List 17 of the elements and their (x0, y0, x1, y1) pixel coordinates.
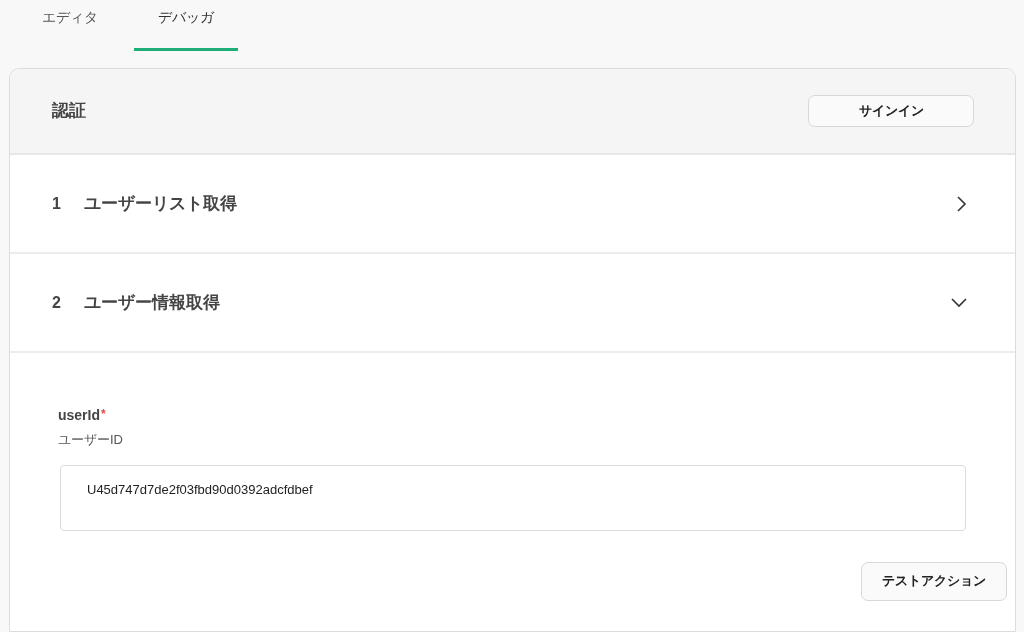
step-header[interactable]: 2 ユーザー情報取得 (10, 254, 1015, 353)
chevron-down-icon[interactable] (951, 297, 967, 308)
sign-in-button[interactable]: サインイン (808, 95, 974, 127)
chevron-right-icon[interactable] (957, 195, 967, 212)
tab[interactable]: デバッガ (134, 0, 238, 51)
step-header[interactable]: 1 ユーザーリスト取得 (10, 155, 1015, 254)
required-mark: * (101, 406, 106, 423)
step-number: 2 (52, 292, 62, 313)
field-description: ユーザーID (58, 431, 124, 449)
test-action-button[interactable]: テストアクション (861, 561, 1007, 601)
step-number: 1 (52, 193, 62, 214)
field-label: userId (58, 406, 100, 425)
input-field[interactable]: U45d747d7de2f03fbd90d0392adcfdbef (60, 464, 966, 531)
section-title: 認証 (52, 100, 86, 123)
tab[interactable]: エディタ (18, 0, 122, 51)
step-title: ユーザーリスト取得 (84, 192, 238, 215)
step-title: ユーザー情報取得 (84, 291, 221, 314)
